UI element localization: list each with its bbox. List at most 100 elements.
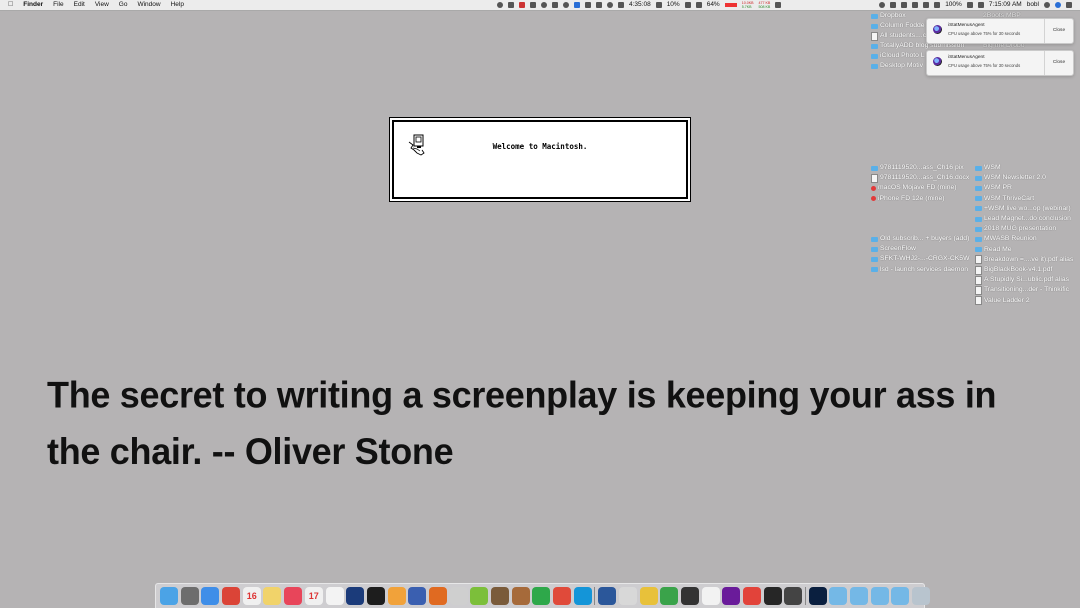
desktop-item[interactable]: 9781119520...ass_Ch16.docx [871,173,969,183]
desktop-item[interactable]: Breakdown =....ve it).pdf alias [975,255,1073,265]
battery-main-readout[interactable]: 100% [945,0,962,10]
battery-icon[interactable] [470,587,489,605]
flag-icon[interactable] [775,2,782,8]
status-icon[interactable] [530,2,536,8]
notes-icon[interactable] [263,587,282,605]
affinity-icon[interactable] [722,587,741,605]
firefox-icon[interactable] [428,587,447,605]
desktop-item[interactable]: BigBlackBook-v4.1.pdf [975,265,1052,275]
status-icon[interactable] [655,2,662,8]
folder-icon[interactable] [829,587,848,605]
grammarly-icon[interactable] [532,587,551,605]
pages-icon[interactable] [387,587,406,605]
timemachine-icon[interactable] [923,2,930,8]
status-icon[interactable] [596,2,602,8]
terminal-icon[interactable] [366,587,385,605]
bluetooth-icon[interactable] [912,2,919,8]
status-icon[interactable] [497,2,503,8]
desktop-item[interactable]: iPhone FD 12e (mine) [871,194,945,204]
desktop-item[interactable]: Value Ladder 2 [975,296,1030,306]
menu-go[interactable]: Go [119,0,128,10]
fantastical-icon[interactable] [553,587,572,605]
menu-view[interactable]: View [95,0,109,10]
status-icon[interactable] [618,2,624,8]
menu-help[interactable]: Help [171,0,184,10]
volume-icon[interactable] [901,2,908,8]
flag-icon[interactable] [966,2,973,8]
growl-icon[interactable] [511,587,530,605]
cpu-readout[interactable]: 64% [707,0,720,10]
desktop-item[interactable]: 2018 MUG presentation [975,224,1056,234]
desktop-item[interactable]: A Stupidly Si...ublic.pdf alias [975,275,1069,285]
desktop-item[interactable]: WSM [975,163,1001,173]
screenshot-icon[interactable] [784,587,803,605]
status-icon[interactable] [508,2,514,8]
battery-icon[interactable] [934,2,941,8]
desktop-item[interactable]: macOS Mojave FD (mine) [871,183,957,193]
desktop-item[interactable]: Transitioning...der - Thinkific [975,285,1069,295]
status-icon[interactable] [695,2,702,8]
gmail-icon[interactable] [519,2,525,8]
status-icon[interactable] [684,2,691,8]
fcp-icon[interactable] [763,587,782,605]
tes-icon[interactable] [639,587,658,605]
notification-center-icon[interactable] [1066,2,1072,8]
safari-icon[interactable] [201,587,220,605]
desktop-item[interactable]: WSM PR [975,183,1012,193]
gear-icon[interactable] [680,587,699,605]
desktop-item[interactable]: 9781119520...ass_Ch16 pix [871,163,964,173]
notification-close-button[interactable]: Close [1044,19,1073,43]
notification-banner[interactable]: iStatMenusAgent CPU usage above 75% for … [926,18,1074,44]
wifi-icon[interactable] [890,2,897,8]
photoshop-icon[interactable] [808,587,827,605]
itunes-icon[interactable] [701,587,720,605]
menu-app-name[interactable]: Finder [23,0,43,10]
status-icon[interactable] [541,2,547,8]
preview-icon[interactable] [449,587,468,605]
vectorize-icon[interactable] [742,587,761,605]
status-icon[interactable] [879,2,886,8]
desktop-item[interactable]: Old subscrib... + buyers (add) [871,234,969,244]
network-stats[interactable]: 10.0KB 5.7KB [742,1,754,9]
pocketcasts-icon[interactable] [284,587,303,605]
wd-icon[interactable] [346,587,365,605]
photos-icon[interactable] [618,587,637,605]
status-icon[interactable] [585,2,591,8]
folder-icon[interactable] [870,587,889,605]
desktop-item[interactable]: ScreenFlow [871,244,916,254]
desktop-item[interactable]: All students....c [871,31,926,41]
desktop-item[interactable]: iCloud Photo L [871,51,925,61]
word-icon[interactable] [598,587,617,605]
spotlight-icon[interactable] [1044,2,1050,8]
menu-file[interactable]: File [53,0,63,10]
desktop-item[interactable]: Lead Magnet...do conclusion [975,214,1071,224]
system-prefs-icon[interactable] [180,587,199,605]
trash-icon[interactable] [912,587,931,605]
status-icon[interactable] [563,2,569,8]
desktop-item[interactable]: WSM ThriveCart [975,194,1034,204]
folder-icon[interactable] [850,587,869,605]
notification-banner[interactable]: iStatMenusAgent CPU usage above 75% for … [926,50,1074,76]
evernote-icon[interactable] [660,587,679,605]
status-icon[interactable] [977,2,984,8]
apple-menu-icon[interactable]:  [8,0,13,10]
menu-edit[interactable]: Edit [74,0,85,10]
desktop-item[interactable]: Read Me [975,245,1012,255]
desktop-item[interactable]: WSM Newsletter 2.0 [975,173,1046,183]
desktop-item[interactable]: SFKT-WHJ2-...-CRGX-CK5W [871,254,970,264]
desktop-item[interactable]: Desktop Motiv [871,61,923,71]
desktop-item[interactable]: Column Fodde [871,21,925,31]
desktop-item[interactable]: lsd - launch services daemon [871,265,968,275]
menu-user[interactable]: bobl [1027,0,1039,10]
teams-icon[interactable] [408,587,427,605]
chrome-icon[interactable] [222,587,241,605]
calendar-16-icon[interactable]: 16 [242,587,261,605]
scrivener-icon[interactable] [325,587,344,605]
status-icon[interactable] [552,2,558,8]
notification-close-button[interactable]: Close [1044,51,1073,75]
battery-readout[interactable]: 10% [667,0,680,10]
timer-readout[interactable]: 4:35:08 [629,0,651,10]
menu-clock[interactable]: 7:15:09 AM [989,0,1022,10]
calendar-17-icon[interactable]: 17 [304,587,323,605]
finder-icon[interactable] [160,587,178,605]
